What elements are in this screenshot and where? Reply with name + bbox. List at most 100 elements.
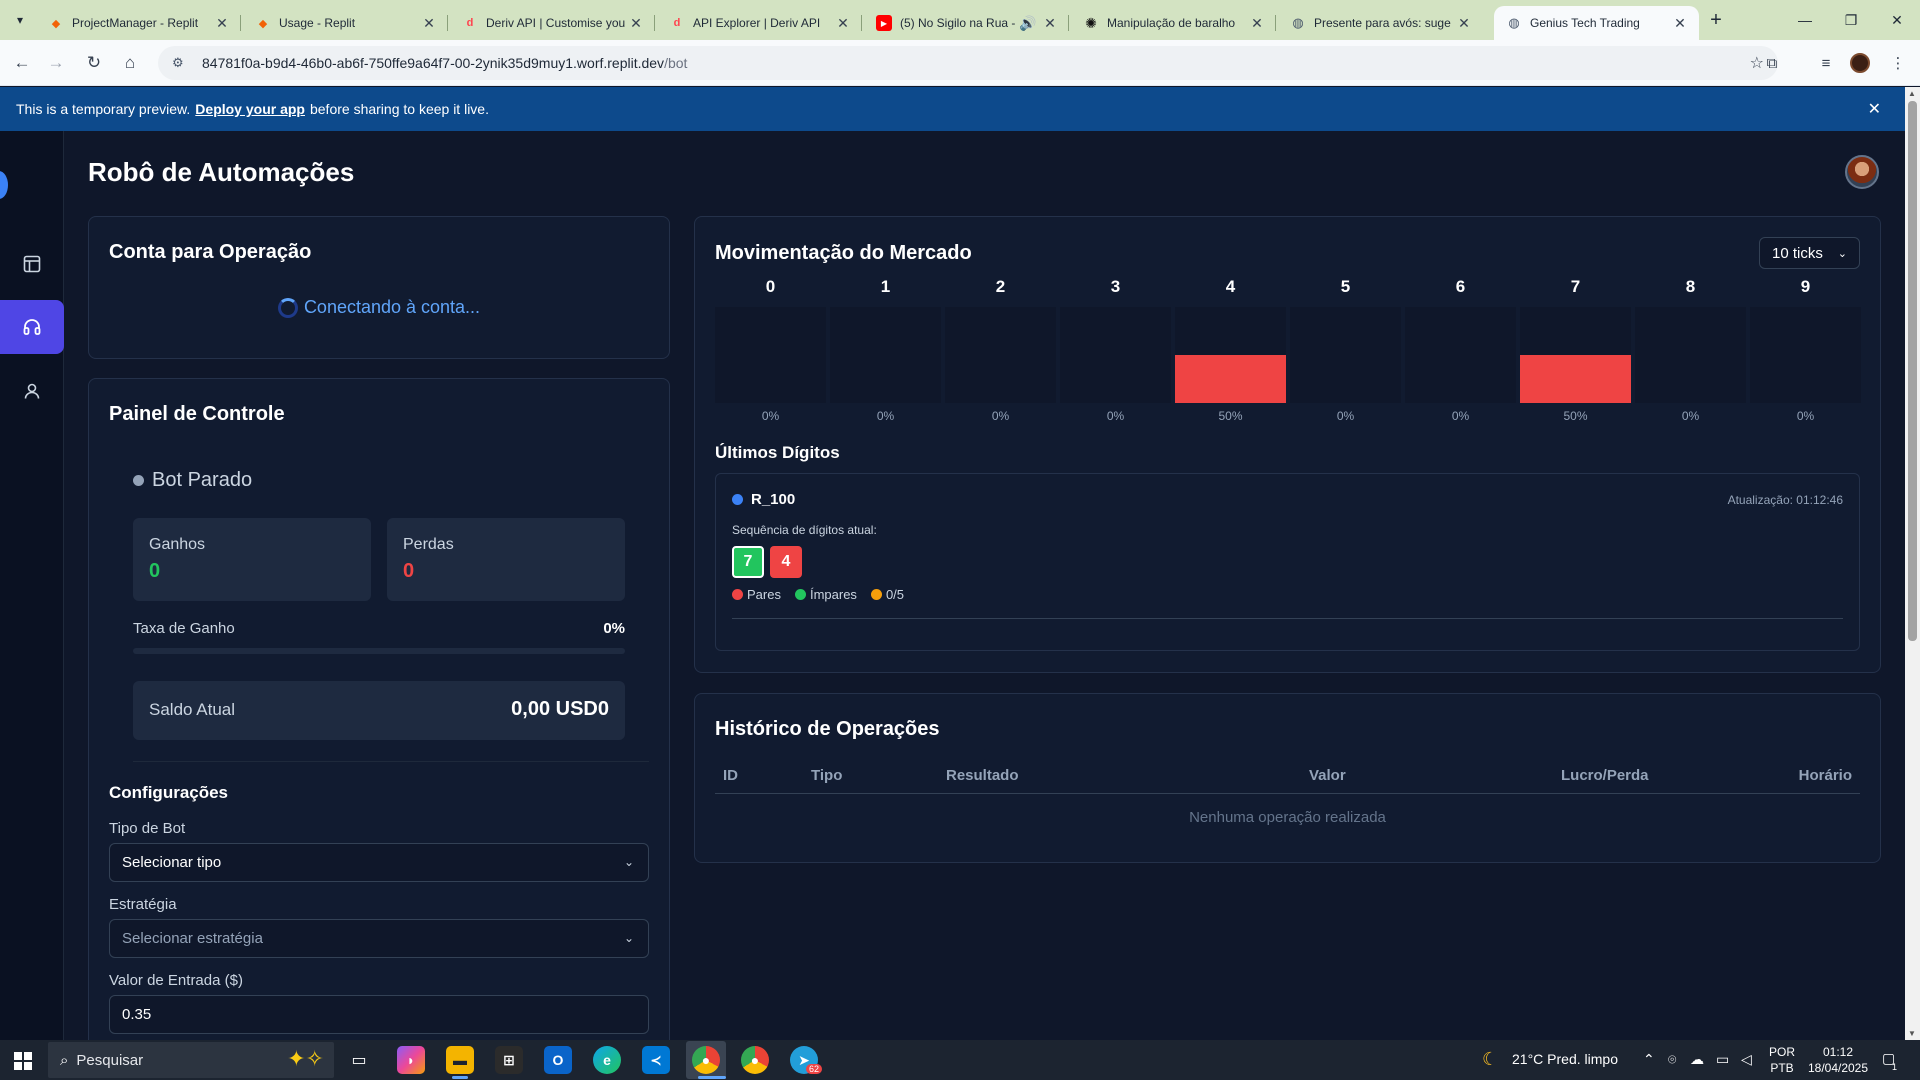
window-close-button[interactable]: ✕ [1874, 0, 1920, 40]
browser-tab[interactable]: d API Explorer | Deriv API ✕ [657, 6, 862, 40]
browser-tab[interactable]: ◆ ProjectManager - Replit ✕ [36, 6, 241, 40]
preview-banner: This is a temporary preview. Deploy your… [0, 87, 1905, 131]
parity-legend: Pares Ímpares 0/5 [732, 587, 904, 602]
tab-title: ProjectManager - Replit [72, 16, 199, 30]
digit-column: 0 0% [715, 277, 826, 423]
close-icon[interactable]: ✕ [834, 15, 852, 32]
digit-percent: 0% [1106, 409, 1125, 423]
history-title: Histórico de Operações [715, 718, 940, 740]
home-button[interactable]: ⌂ [116, 49, 144, 77]
clock[interactable]: 01:12 18/04/2025 [1798, 1044, 1878, 1076]
tab-title: Usage - Replit [279, 16, 356, 30]
browser-tab[interactable]: ▶ (5) No Sigilo na Rua - 🔊 ✕ [864, 6, 1069, 40]
scroll-down-icon[interactable]: ▼ [1908, 1029, 1916, 1038]
taskbar-search-placeholder: Pesquisar [76, 1051, 144, 1069]
digit-percent: 0% [876, 409, 895, 423]
close-icon[interactable]: ✕ [420, 15, 438, 32]
copilot-icon[interactable]: ◗ [397, 1046, 425, 1074]
cloud-icon[interactable]: ☁ [1690, 1051, 1704, 1068]
digit-label: 8 [1685, 277, 1696, 296]
restore-button[interactable]: ❐ [1828, 0, 1874, 40]
close-icon[interactable]: ✕ [1248, 15, 1266, 32]
volume-icon[interactable]: ◁ [1741, 1051, 1752, 1068]
close-icon[interactable]: ✕ [1455, 15, 1473, 32]
scrollbar-thumb[interactable] [1908, 101, 1917, 641]
weather-text[interactable]: 21°C Pred. limpo [1512, 1051, 1618, 1067]
vscode-icon[interactable]: ≺ [642, 1046, 670, 1074]
digit-percent: 0% [991, 409, 1010, 423]
outlook-icon[interactable]: O [544, 1046, 572, 1074]
chrome-icon[interactable]: ● [692, 1046, 720, 1074]
chevron-up-icon[interactable]: ⌃ [1643, 1051, 1655, 1068]
symbol-dot-icon [732, 494, 743, 505]
browser-tab[interactable]: d Deriv API | Customise you ✕ [450, 6, 655, 40]
column-header: Valor [1309, 767, 1346, 784]
back-button[interactable]: ← [8, 49, 36, 77]
tab-title: Deriv API | Customise you [486, 16, 626, 30]
digit-bar-track [1635, 307, 1746, 403]
legend-count: 0/5 [870, 587, 904, 602]
edge-icon[interactable]: e [593, 1046, 621, 1074]
extensions-icon[interactable]: ⧉ [1760, 51, 1784, 75]
youtube-icon: ▶ [876, 15, 892, 31]
reload-button[interactable]: ↻ [80, 49, 108, 77]
address-bar[interactable]: ⚙ 84781f0a-b9d4-46b0-ab6f-750ffe9a64f7-0… [158, 46, 1778, 80]
taskbar-search[interactable]: ⌕ Pesquisar ✦✧ [48, 1042, 334, 1078]
forward-button[interactable]: → [42, 49, 70, 77]
language-indicator[interactable]: POR PTB [1762, 1044, 1802, 1076]
divider [133, 761, 649, 762]
deploy-app-link[interactable]: Deploy your app [195, 101, 305, 117]
close-icon[interactable]: ✕ [1041, 15, 1059, 32]
losses-label: Perdas [403, 536, 454, 553]
browser-tab[interactable]: ◍ Presente para avós: suge ✕ [1278, 6, 1483, 40]
user-avatar[interactable] [1845, 155, 1879, 189]
scroll-up-icon[interactable]: ▲ [1908, 89, 1916, 98]
minimize-button[interactable]: — [1782, 0, 1828, 40]
browser-tab[interactable]: ◆ Usage - Replit ✕ [243, 6, 448, 40]
sidebar-item-profile[interactable] [0, 364, 64, 418]
symbol: R_100 [732, 491, 795, 508]
microsoft-store-icon[interactable]: ⊞ [495, 1046, 523, 1074]
account-card-title: Conta para Operação [109, 241, 312, 263]
digit-bar-track [1405, 307, 1516, 403]
bot-type-select[interactable]: Selecionar tipo ⌄ [109, 843, 649, 882]
digit-column: 4 50% [1175, 277, 1286, 423]
browser-profile-avatar[interactable] [1850, 53, 1870, 73]
close-icon[interactable]: ✕ [1671, 15, 1689, 32]
close-icon[interactable]: ✕ [1868, 99, 1881, 119]
sidebar-item-dashboard[interactable] [0, 237, 64, 291]
close-icon[interactable]: ✕ [213, 15, 231, 32]
meet-icon[interactable]: ⌾ [1668, 1051, 1676, 1068]
browser-menu-icon[interactable]: ⋮ [1886, 51, 1910, 75]
speaker-icon[interactable]: 🔊 [1015, 15, 1041, 32]
file-explorer-icon[interactable]: ▬ [446, 1046, 474, 1074]
media-control-icon[interactable]: ≡ [1814, 51, 1838, 75]
windows-start-icon[interactable] [14, 1052, 32, 1070]
digit-percent: 50% [1218, 409, 1243, 423]
network-icon[interactable]: ▭ [1716, 1051, 1729, 1068]
legend-even: Pares [732, 587, 781, 602]
digit-column: 1 0% [830, 277, 941, 423]
browser-tab[interactable]: ✺ Manipulação de baralho ✕ [1071, 6, 1276, 40]
tab-search-button[interactable]: ▾ [8, 8, 32, 32]
browser-tab-strip: ▾ ◆ ProjectManager - Replit ✕ ◆ Usage - … [0, 0, 1920, 40]
page-scrollbar[interactable]: ▲ ▼ [1905, 87, 1920, 1040]
digit-chip: 7 [732, 546, 764, 578]
browser-tab-active[interactable]: ◍ Genius Tech Trading ✕ [1494, 6, 1699, 40]
entry-value-input[interactable]: 0.35 [109, 995, 649, 1034]
keyboard-layout: PTB [1770, 1061, 1794, 1075]
strategy-select[interactable]: Selecionar estratégia ⌄ [109, 919, 649, 958]
digit-bar-track [1290, 307, 1401, 403]
ticks-select[interactable]: 10 ticks ⌄ [1759, 237, 1860, 269]
task-view-icon[interactable]: ▭ [345, 1046, 373, 1074]
new-tab-button[interactable]: + [1704, 8, 1728, 32]
column-header: Lucro/Perda [1561, 767, 1649, 784]
sidebar-item-bot[interactable] [0, 300, 64, 354]
chrome-profile-icon[interactable]: ● [741, 1046, 769, 1074]
entry-value: 0.35 [122, 1006, 152, 1023]
close-icon[interactable]: ✕ [627, 15, 645, 32]
site-info-icon[interactable]: ⚙ [172, 55, 190, 71]
deriv-icon: d [466, 17, 474, 29]
notification-count: 1 [1892, 1062, 1898, 1072]
digit-bar-track [1750, 307, 1861, 403]
